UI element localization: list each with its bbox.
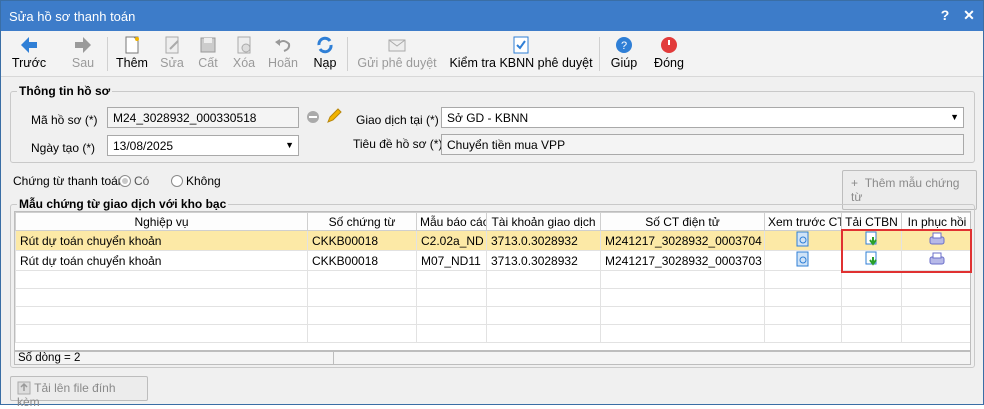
cell-account: 3713.0.3028932: [486, 250, 601, 271]
power-icon: [661, 37, 677, 53]
new-document-icon: [125, 36, 139, 54]
prev-button[interactable]: Trước: [9, 34, 49, 74]
table-row[interactable]: Rút dự toán chuyển khoản CKKB00018 M07_N…: [15, 250, 970, 271]
date-field[interactable]: 13/08/2025 ▼: [107, 135, 299, 156]
highlight-box: [841, 229, 972, 273]
empty-row: [15, 270, 970, 289]
cell-preview: [764, 250, 842, 271]
arrow-right-icon: [75, 37, 91, 53]
cell-doc: CKKB00018: [307, 230, 417, 251]
place-label: Giao dịch tại (*): [356, 113, 439, 127]
table-row[interactable]: Rút dự toán chuyển khoản CKKB00018 C2.02…: [15, 230, 970, 251]
date-label: Ngày tạo (*): [31, 141, 96, 155]
send-approval-button[interactable]: Gửi phê duyệt: [355, 34, 439, 74]
payment-no-radio[interactable]: Không: [171, 174, 221, 188]
cell-type: Rút dự toán chuyển khoản: [15, 250, 308, 271]
cell-form: M07_ND11: [416, 250, 487, 271]
cell-doc: CKKB00018: [307, 250, 417, 271]
info-group-title: Thông tin hồ sơ: [17, 84, 113, 98]
grid-group-title: Mẫu chứng từ giao dịch với kho bạc: [17, 197, 229, 211]
cell-type: Rút dự toán chuyển khoản: [15, 230, 308, 251]
toolbar-separator: [107, 37, 108, 71]
title-bar: Sửa hồ sơ thanh toán ? ✕: [1, 1, 983, 31]
grid-header-row: Nghiệp vụ Số chứng từ Mẫu báo cáo Tài kh…: [15, 212, 970, 231]
chevron-down-icon: ▼: [950, 112, 959, 122]
empty-row: [15, 324, 970, 343]
payment-label: Chứng từ thanh toán:: [13, 174, 128, 188]
subject-field[interactable]: Chuyển tiền mua VPP: [441, 134, 964, 155]
empty-row: [15, 306, 970, 325]
row-count: Số dòng = 2: [18, 352, 81, 364]
code-label: Mã hồ sơ (*): [31, 113, 98, 127]
col-header[interactable]: Số CT điện tử: [600, 212, 765, 231]
refresh-icon: [317, 36, 333, 54]
empty-row: [15, 288, 970, 307]
window-title: Sửa hồ sơ thanh toán: [9, 9, 136, 24]
payment-yes-radio[interactable]: Có: [119, 174, 149, 188]
help-icon[interactable]: ?: [937, 7, 953, 23]
help-button[interactable]: ? Giúp: [607, 34, 641, 74]
data-grid[interactable]: Nghiệp vụ Số chứng từ Mẫu báo cáo Tài kh…: [14, 211, 971, 351]
upload-icon: [17, 381, 31, 395]
col-header[interactable]: In phục hồi: [901, 212, 970, 231]
preview-icon[interactable]: [795, 231, 811, 247]
arrow-left-icon: [21, 37, 37, 53]
edit-icon: [165, 36, 179, 54]
place-field[interactable]: Sở GD - KBNN ▼: [441, 107, 964, 128]
toolbar: Trước Sau Thêm Sửa Cất Xóa Hoãn Nạp Gửi …: [1, 31, 983, 77]
delete-icon: [237, 36, 251, 54]
col-header[interactable]: Mẫu báo cáo: [416, 212, 487, 231]
add-button[interactable]: Thêm: [113, 34, 151, 74]
help-circle-icon: ?: [616, 37, 632, 53]
cell-edoc: M241217_3028932_0003703: [600, 250, 765, 271]
toolbar-separator: [599, 37, 600, 71]
cell-form: C2.02a_ND: [416, 230, 487, 251]
subject-label: Tiêu đề hồ sơ (*): [353, 137, 443, 151]
attach-file-button[interactable]: Tải lên file đính kèm: [10, 376, 148, 409]
radio-icon: [171, 175, 183, 187]
code-field[interactable]: M24_3028932_000330518: [107, 107, 299, 128]
save-button[interactable]: Cất: [193, 34, 223, 74]
col-header[interactable]: Tài khoản giao dịch: [486, 212, 601, 231]
window: Sửa hồ sơ thanh toán ? ✕ Trước Sau Thêm …: [0, 0, 984, 409]
col-header[interactable]: Số chứng từ: [307, 212, 417, 231]
col-header[interactable]: Tải CTBN: [841, 212, 902, 231]
cell-preview: [764, 230, 842, 251]
toolbar-separator: [347, 37, 348, 71]
check-kbnn-button[interactable]: Kiểm tra KBNN phê duyệt: [449, 34, 593, 74]
preview-icon[interactable]: [795, 251, 811, 267]
edit-button[interactable]: Sửa: [157, 34, 187, 74]
col-header[interactable]: Nghiệp vụ: [15, 212, 308, 231]
radio-icon: [119, 175, 131, 187]
grid-table: Nghiệp vụ Số chứng từ Mẫu báo cáo Tài kh…: [15, 212, 970, 343]
mail-icon: [388, 39, 406, 52]
chevron-down-icon: ▼: [285, 140, 294, 150]
load-button[interactable]: Nạp: [309, 34, 341, 74]
svg-text:?: ?: [621, 40, 627, 52]
undo-icon: [275, 39, 291, 52]
check-document-icon: [513, 36, 529, 54]
delete-button[interactable]: Xóa: [229, 34, 259, 74]
close-button[interactable]: Đóng: [649, 34, 689, 74]
col-header[interactable]: Xem trước CT: [764, 212, 842, 231]
grid-footer: Số dòng = 2: [14, 351, 971, 365]
plus-icon: +: [851, 176, 859, 190]
close-icon[interactable]: ✕: [961, 7, 977, 23]
save-icon: [200, 37, 216, 53]
undo-button[interactable]: Hoãn: [265, 34, 301, 74]
cell-edoc: M241217_3028932_0003704: [600, 230, 765, 251]
next-button[interactable]: Sau: [63, 34, 103, 74]
pencil-icon[interactable]: [325, 107, 343, 125]
lookup-icon[interactable]: [305, 109, 321, 125]
cell-account: 3713.0.3028932: [486, 230, 601, 251]
